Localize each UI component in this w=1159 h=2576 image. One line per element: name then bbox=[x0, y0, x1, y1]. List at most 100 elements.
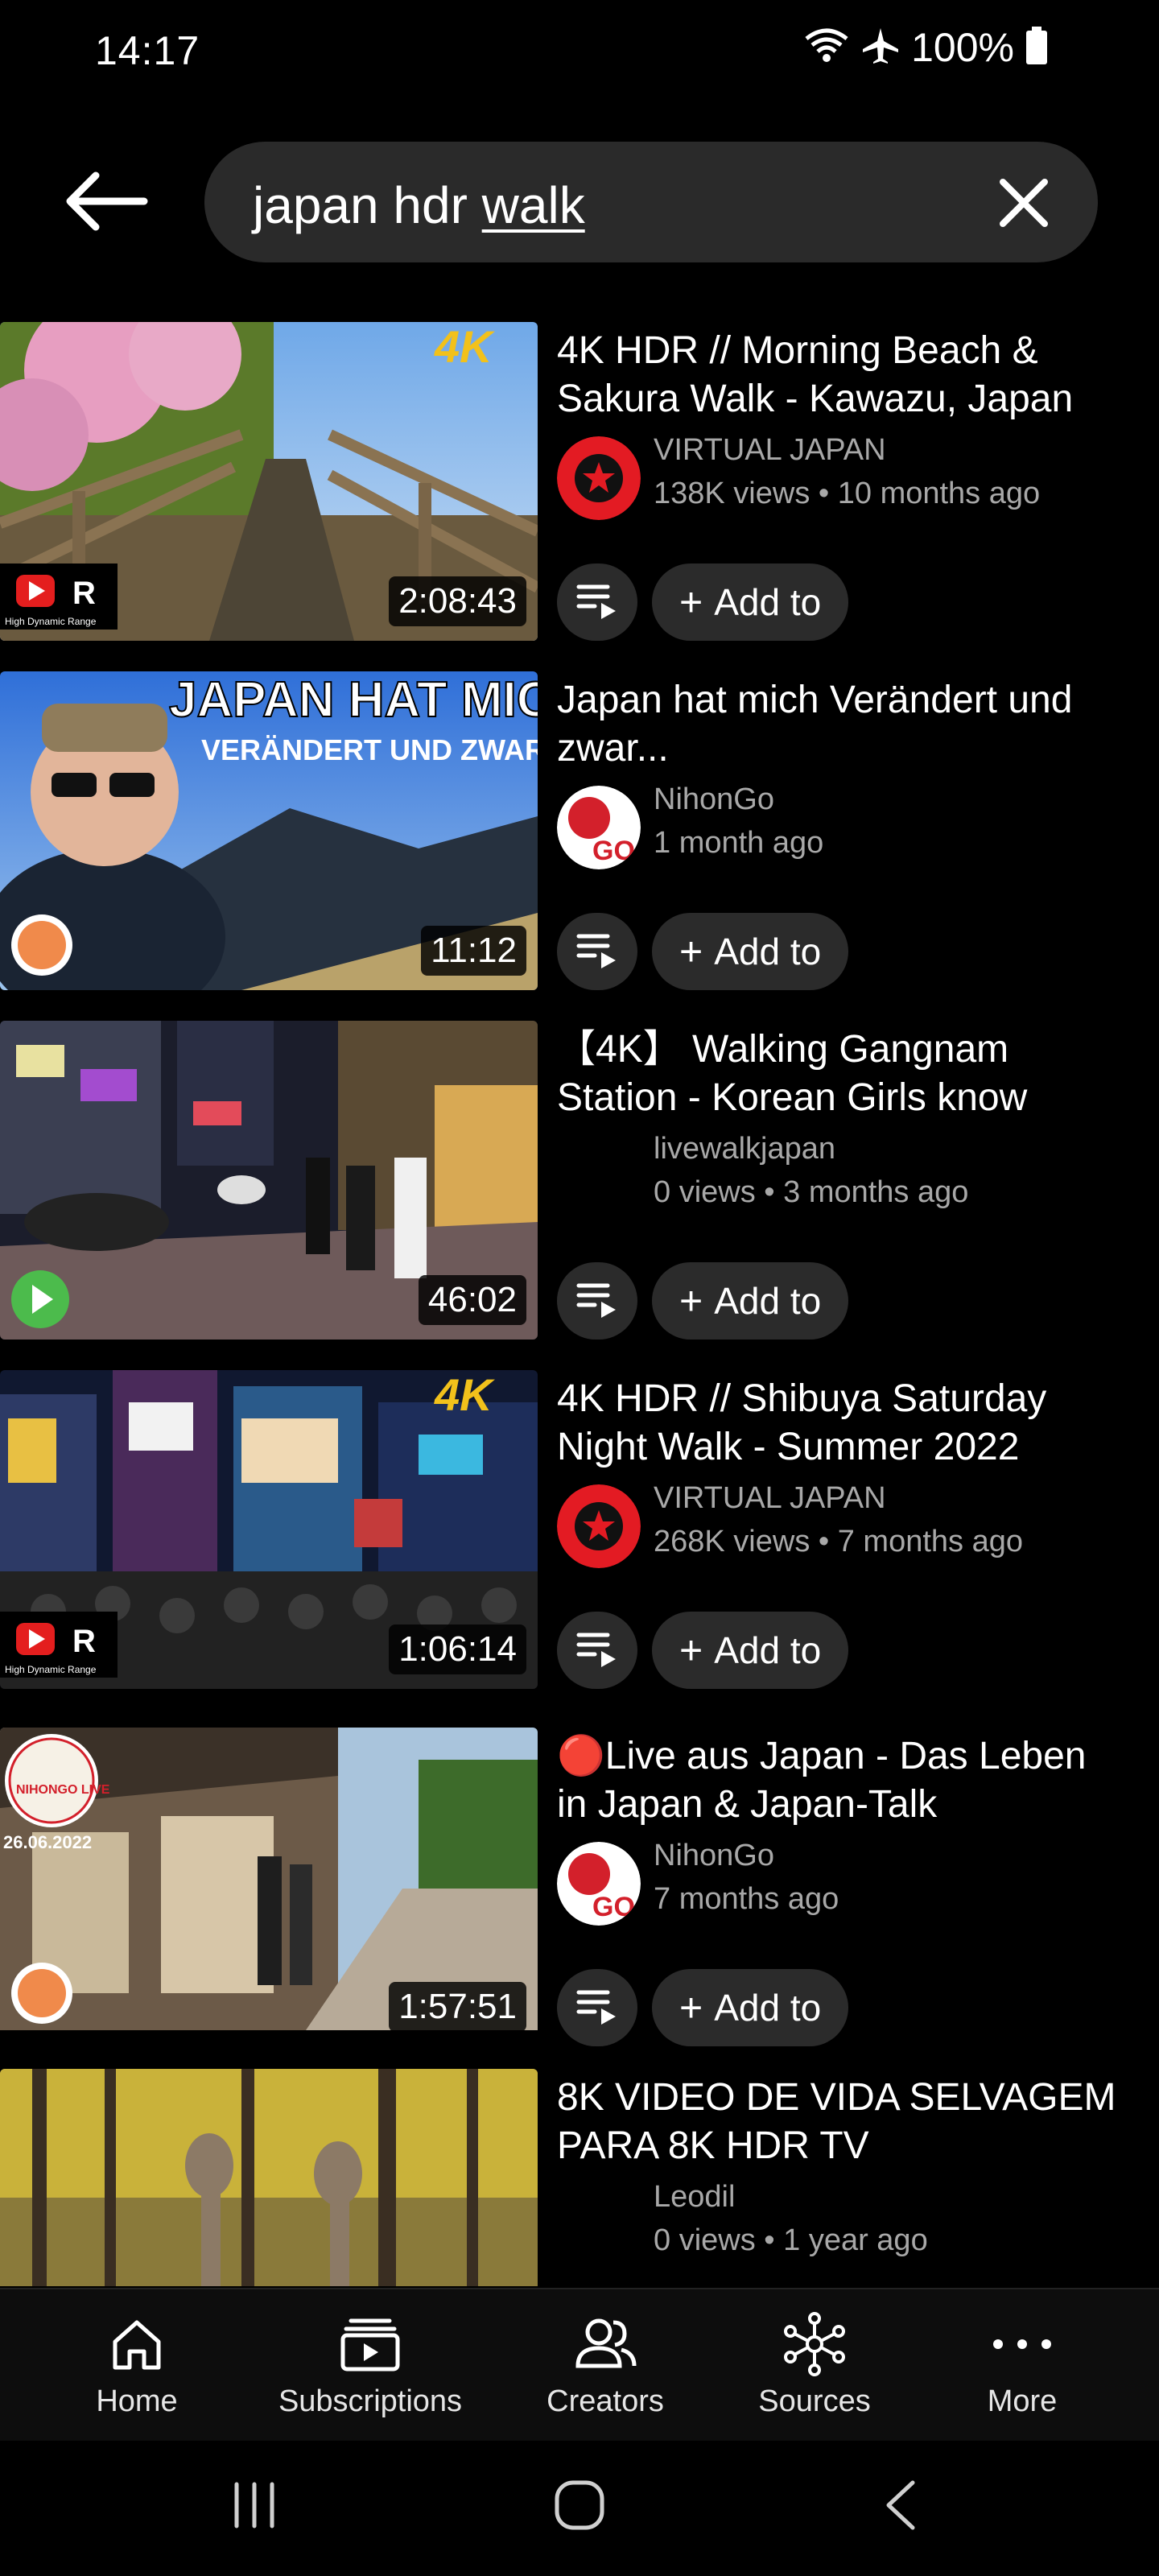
nav-creators-label: Creators bbox=[547, 2384, 664, 2418]
video-meta: Japan hat mich Verändert und zwar... GO … bbox=[557, 676, 1120, 874]
nav-home-label: Home bbox=[96, 2384, 178, 2418]
nav-more-label: More bbox=[987, 2384, 1058, 2418]
add-to-label: Add to bbox=[714, 1987, 822, 2029]
list-item[interactable]: JAPAN HAT MICH VERÄNDERT UND ZWAR... 11:… bbox=[0, 671, 1159, 993]
clear-search-button[interactable] bbox=[992, 171, 1056, 235]
add-to-button[interactable]: + Add to bbox=[652, 1612, 849, 1689]
svg-text:High Dynamic Range: High Dynamic Range bbox=[5, 616, 97, 627]
nav-subscriptions-label: Subscriptions bbox=[278, 2384, 463, 2418]
back-button[interactable] bbox=[48, 161, 161, 242]
nav-subscriptions[interactable]: Subscriptions bbox=[258, 2312, 483, 2419]
queue-icon bbox=[576, 1990, 616, 2025]
video-meta: 【4K】 Walking Gangnam Station - Korean Gi… bbox=[557, 1026, 1120, 1224]
video-stats: 0 views • 3 months ago bbox=[654, 1175, 969, 1209]
nav-sources[interactable]: Sources bbox=[702, 2312, 927, 2419]
search-header: japan hdr walk bbox=[0, 129, 1159, 274]
list-item[interactable]: NIHONGO LIVE 26.06.2022 1:57:51 🔴Live au… bbox=[0, 1728, 1159, 2050]
back-system-button[interactable] bbox=[882, 2479, 919, 2535]
search-input[interactable]: japan hdr walk bbox=[204, 142, 1098, 262]
video-title[interactable]: 🔴Live aus Japan - Das Leben in Japan & J… bbox=[557, 1732, 1120, 1829]
nav-home[interactable]: Home bbox=[24, 2312, 250, 2419]
thumbnail-overlay-line1: NIHONGO LIVE bbox=[16, 1783, 110, 1797]
search-query: japan hdr walk bbox=[253, 175, 585, 235]
channel-row: VIRTUAL JAPAN 268K views • 7 months ago bbox=[557, 1476, 1120, 1573]
video-title[interactable]: 8K VIDEO DE VIDA SELVAGEM PARA 8K HDR TV bbox=[557, 2074, 1120, 2170]
add-to-label: Add to bbox=[714, 581, 822, 623]
item-actions: + Add to bbox=[557, 1612, 849, 1689]
system-navigation bbox=[0, 2441, 1159, 2576]
add-to-queue-button[interactable] bbox=[557, 1612, 637, 1689]
bottom-navigation: Home Subscriptions Creators Sources More bbox=[0, 2288, 1159, 2441]
video-stats: 0 views • 1 year ago bbox=[654, 2223, 928, 2257]
more-icon bbox=[909, 2312, 1135, 2376]
add-to-button[interactable]: + Add to bbox=[652, 1262, 849, 1340]
add-to-label: Add to bbox=[714, 1280, 822, 1322]
airplane-icon bbox=[861, 27, 900, 69]
nav-more[interactable]: More bbox=[909, 2312, 1135, 2419]
video-thumbnail[interactable]: NIHONGO LIVE 26.06.2022 1:57:51 bbox=[0, 1728, 538, 2046]
svg-text:4K: 4K bbox=[434, 322, 495, 372]
add-to-button[interactable]: + Add to bbox=[652, 564, 849, 641]
video-title[interactable]: 4K HDR // Shibuya Saturday Night Walk - … bbox=[557, 1375, 1120, 1472]
list-item[interactable]: 4K R High Dynamic Range 1:06:14 4K HDR /… bbox=[0, 1370, 1159, 1692]
plus-icon: + bbox=[679, 1278, 703, 1323]
chevron-left-icon bbox=[886, 2480, 915, 2530]
queue-icon bbox=[576, 1283, 616, 1318]
list-item[interactable]: 4K R High Dynamic Range 2:08:43 4K HDR /… bbox=[0, 322, 1159, 644]
add-to-button[interactable]: + Add to bbox=[652, 1969, 849, 2046]
avatar[interactable]: GO bbox=[557, 786, 641, 869]
video-meta: 4K HDR // Shibuya Saturday Night Walk - … bbox=[557, 1375, 1120, 1573]
search-query-text: japan hdr bbox=[253, 176, 482, 234]
list-item[interactable]: 46:02 【4K】 Walking Gangnam Station - Kor… bbox=[0, 1021, 1159, 1343]
add-to-queue-button[interactable] bbox=[557, 1262, 637, 1340]
plus-icon: + bbox=[679, 1628, 703, 1673]
video-thumbnail[interactable]: 46:02 bbox=[0, 1021, 538, 1340]
video-duration: 46:02 bbox=[418, 1275, 526, 1325]
nav-creators[interactable]: Creators bbox=[493, 2312, 718, 2419]
video-thumbnail[interactable]: JAPAN HAT MICH VERÄNDERT UND ZWAR... 11:… bbox=[0, 671, 538, 990]
thumbnail-overlay-line2: VERÄNDERT UND ZWAR... bbox=[201, 733, 538, 766]
video-title[interactable]: Japan hat mich Verändert und zwar... bbox=[557, 676, 1120, 773]
list-item[interactable]: 8K VIDEO DE VIDA SELVAGEM PARA 8K HDR TV… bbox=[0, 2069, 1159, 2286]
channel-name[interactable]: VIRTUAL JAPAN bbox=[654, 1481, 886, 1516]
battery-icon bbox=[1025, 26, 1048, 69]
arrow-left-icon bbox=[66, 171, 148, 231]
channel-name[interactable]: NihonGo bbox=[654, 1839, 774, 1873]
channel-name[interactable]: VIRTUAL JAPAN bbox=[654, 433, 886, 468]
add-to-queue-button[interactable] bbox=[557, 564, 637, 641]
battery-percent: 100% bbox=[911, 25, 1014, 70]
video-stats: 7 months ago bbox=[654, 1882, 839, 1916]
status-bar: 14:17 100% bbox=[0, 0, 1159, 105]
item-actions: + Add to bbox=[557, 1969, 849, 2046]
video-thumbnail[interactable]: 4K R High Dynamic Range 2:08:43 bbox=[0, 322, 538, 641]
add-to-queue-button[interactable] bbox=[557, 913, 637, 990]
svg-text:4K: 4K bbox=[434, 1370, 495, 1420]
home-system-button[interactable] bbox=[554, 2479, 605, 2535]
add-to-queue-button[interactable] bbox=[557, 1969, 637, 2046]
video-stats: 268K views • 7 months ago bbox=[654, 1525, 1024, 1558]
channel-name[interactable]: livewalkjapan bbox=[654, 1132, 835, 1166]
video-title[interactable]: 4K HDR // Morning Beach & Sakura Walk - … bbox=[557, 327, 1120, 423]
avatar[interactable] bbox=[557, 436, 641, 520]
search-query-underlined: walk bbox=[481, 176, 585, 234]
video-thumbnail[interactable] bbox=[0, 2069, 538, 2286]
add-to-label: Add to bbox=[714, 1629, 822, 1671]
avatar[interactable]: GO bbox=[557, 1842, 641, 1926]
status-icons: 100% bbox=[803, 24, 1048, 71]
video-title[interactable]: 【4K】 Walking Gangnam Station - Korean Gi… bbox=[557, 1026, 1120, 1122]
wifi-icon bbox=[803, 27, 850, 68]
add-to-label: Add to bbox=[714, 931, 822, 972]
sources-icon bbox=[702, 2312, 927, 2376]
channel-name[interactable]: Leodil bbox=[654, 2180, 735, 2215]
add-to-button[interactable]: + Add to bbox=[652, 913, 849, 990]
video-thumbnail[interactable]: 4K R High Dynamic Range 1:06:14 bbox=[0, 1370, 538, 1689]
recent-apps-button[interactable] bbox=[230, 2481, 278, 2533]
svg-text:R: R bbox=[72, 576, 96, 611]
item-actions: + Add to bbox=[557, 564, 849, 641]
avatar[interactable] bbox=[557, 1484, 641, 1568]
nav-sources-label: Sources bbox=[758, 2384, 871, 2418]
item-actions: + Add to bbox=[557, 1262, 849, 1340]
thumbnail-overlay-line1: JAPAN HAT MICH bbox=[169, 672, 538, 728]
video-stats: 1 month ago bbox=[654, 826, 824, 860]
channel-name[interactable]: NihonGo bbox=[654, 782, 774, 817]
